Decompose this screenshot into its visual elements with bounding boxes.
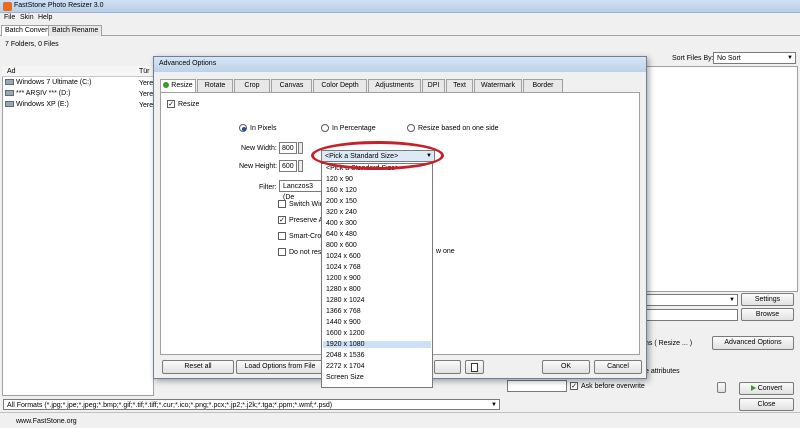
ask-overwrite[interactable]: ✓ Ask before overwrite — [570, 382, 645, 390]
tab-adjustments[interactable]: Adjustments — [368, 79, 421, 92]
sort-select[interactable]: No Sort ▼ — [713, 52, 796, 64]
advanced-options-button[interactable]: Advanced Options — [712, 336, 794, 350]
menu-help[interactable]: Help — [38, 14, 52, 21]
tab-rotate[interactable]: Rotate — [197, 79, 233, 92]
cancel-button[interactable]: Cancel — [594, 360, 642, 374]
document-preview-icon — [471, 363, 478, 372]
tab-color-depth[interactable]: Color Depth — [313, 79, 367, 92]
window-title: FastStone Photo Resizer 3.0 — [14, 2, 104, 9]
preview-button[interactable] — [717, 382, 726, 393]
menu-skin[interactable]: Skin — [20, 14, 34, 21]
settings-button[interactable]: Settings — [741, 293, 794, 306]
tab-batch-convert[interactable]: Batch Convert — [1, 25, 54, 36]
size-option[interactable]: 1366 x 768 — [326, 308, 361, 315]
convert-button[interactable]: Convert — [739, 382, 794, 395]
status-bar: www.FastStone.org — [0, 412, 800, 428]
folder-tree[interactable] — [2, 66, 154, 396]
size-option[interactable]: 160 x 120 — [326, 187, 357, 194]
size-option[interactable]: Screen Size — [326, 374, 364, 381]
do-not-resize-tail: w one — [436, 248, 455, 255]
sort-label: Sort Files By: — [672, 55, 714, 62]
keep-attributes-label: e attributes — [645, 368, 680, 375]
format-select[interactable]: ▼ — [645, 294, 738, 306]
drive-item[interactable]: Windows XP (E:) — [5, 101, 69, 108]
filter-select[interactable]: Lanczos3 (De — [279, 180, 322, 201]
standard-size-dropdown[interactable]: <Pick a Standard Size> 120 x 90 160 x 12… — [321, 163, 433, 388]
advanced-summary: ns ( Resize ... ) — [645, 340, 693, 347]
new-height-label: New Height: — [239, 163, 278, 170]
col-name[interactable]: Ad — [7, 68, 16, 75]
drive-item[interactable]: Windows 7 Ultimate (C:) — [5, 79, 91, 86]
size-option[interactable]: 1440 x 900 — [326, 319, 361, 326]
size-option[interactable]: 2048 x 1536 — [326, 352, 365, 359]
tab-crop[interactable]: Crop — [234, 79, 270, 92]
preserve-aspect[interactable]: ✓ Preserve A — [278, 216, 323, 224]
tab-dpi[interactable]: DPI — [422, 79, 445, 92]
col-type[interactable]: Tür — [139, 68, 150, 75]
tree-header: Ad Tür — [2, 66, 154, 77]
size-option[interactable]: 1280 x 1024 — [326, 297, 365, 304]
size-option[interactable]: 1280 x 800 — [326, 286, 361, 293]
new-width-input[interactable]: 800 — [279, 142, 297, 154]
size-option[interactable]: 1200 x 900 — [326, 275, 361, 282]
browse-button[interactable]: Browse — [741, 308, 794, 321]
tab-resize[interactable]: Resize — [160, 79, 196, 92]
tab-batch-rename[interactable]: Batch Rename — [48, 25, 103, 36]
drive-item[interactable]: *** ARŞIV *** (D:) — [5, 90, 70, 97]
drive-icon — [5, 101, 14, 108]
save-options-button[interactable] — [434, 360, 461, 374]
load-options-button[interactable]: Load Options from File — [236, 360, 324, 374]
tab-border[interactable]: Border — [523, 79, 563, 92]
dialog-titlebar: Advanced Options — [154, 57, 646, 72]
reset-all-button[interactable]: Reset all — [162, 360, 234, 374]
radio-in-percentage[interactable]: In Percentage — [321, 124, 376, 132]
preview-icon-button[interactable] — [465, 360, 484, 374]
resize-checkbox[interactable]: ✓ Resize — [167, 100, 199, 108]
dialog-title: Advanced Options — [159, 60, 217, 67]
smart-crop[interactable]: Smart-Crop — [278, 232, 325, 240]
folder-count: 7 Folders, 0 Files — [5, 41, 59, 48]
switch-width-height[interactable]: Switch Wid — [278, 200, 324, 208]
size-option[interactable]: 120 x 90 — [326, 176, 353, 183]
tab-text[interactable]: Text — [446, 79, 473, 92]
radio-in-pixels[interactable]: In Pixels — [239, 124, 276, 132]
menu-bar: File Skin Help — [0, 13, 800, 24]
main-tabs: Batch Convert Batch Rename — [0, 24, 800, 36]
size-option[interactable]: 1600 x 1200 — [326, 330, 365, 337]
tab-canvas[interactable]: Canvas — [271, 79, 312, 92]
app-icon — [3, 2, 12, 11]
ok-button[interactable]: OK — [542, 360, 590, 374]
size-option[interactable]: 200 x 150 — [326, 198, 357, 205]
tab-watermark[interactable]: Watermark — [474, 79, 522, 92]
size-option[interactable]: 1024 x 600 — [326, 253, 361, 260]
output-folder-input[interactable] — [645, 309, 738, 321]
play-icon — [750, 385, 756, 392]
enabled-icon — [163, 82, 170, 89]
window-titlebar: FastStone Photo Resizer 3.0 — [0, 0, 800, 13]
size-option[interactable]: 2272 x 1704 — [326, 363, 365, 370]
size-option[interactable]: 640 x 480 — [326, 231, 357, 238]
size-option[interactable]: 400 x 300 — [326, 220, 357, 227]
width-spinner[interactable] — [298, 142, 303, 154]
menu-file[interactable]: File — [4, 14, 15, 21]
drive-icon — [5, 79, 14, 86]
height-spinner[interactable] — [298, 160, 303, 172]
file-format-filter[interactable]: All Formats (*.jpg;*.jpe;*.jpeg;*.bmp;*.… — [3, 399, 500, 410]
drive-icon — [5, 90, 14, 97]
new-height-input[interactable]: 600 — [279, 160, 297, 172]
size-option[interactable]: 320 x 240 — [326, 209, 357, 216]
filter-label: Filter: — [259, 184, 277, 191]
new-width-label: New Width: — [241, 145, 277, 152]
website-link[interactable]: www.FastStone.org — [16, 418, 77, 425]
size-option[interactable]: 800 x 600 — [326, 242, 357, 249]
do-not-resize[interactable]: Do not resiz — [278, 248, 326, 256]
radio-one-side[interactable]: Resize based on one side — [407, 124, 499, 132]
close-button[interactable]: Close — [739, 398, 794, 411]
filename-input[interactable] — [507, 380, 567, 392]
size-option[interactable]: 1024 x 768 — [326, 264, 361, 271]
highlight-ellipse — [311, 141, 444, 170]
size-option-selected[interactable]: 1920 x 1080 — [323, 341, 431, 348]
